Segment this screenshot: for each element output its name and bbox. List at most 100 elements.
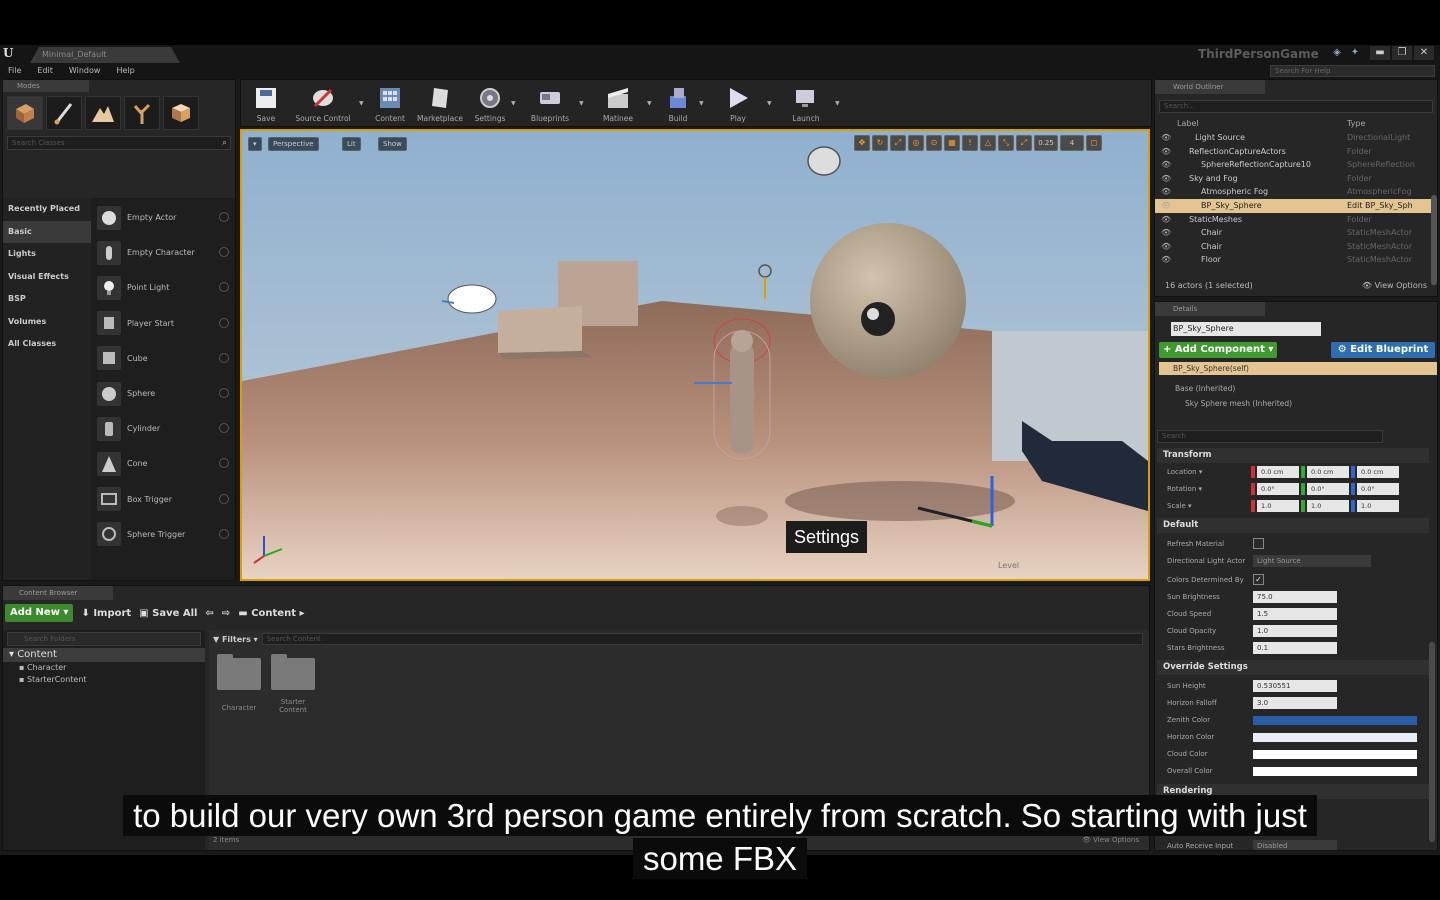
category-bsp[interactable]: BSP (3, 288, 91, 311)
matinee-dropdown[interactable]: ▼ (647, 80, 657, 126)
visibility-eye-icon[interactable]: 👁 (1155, 158, 1177, 172)
scale-snap-toggle-icon[interactable]: ⤢ (1016, 135, 1032, 151)
place-item-empty-actor[interactable]: Empty Actor (91, 200, 235, 235)
scale-snap-icon[interactable]: ⤡ (998, 135, 1014, 151)
section-default[interactable]: Default (1157, 518, 1429, 533)
edit-blueprint-button[interactable]: ⚙ Edit Blueprint ▾ (1331, 342, 1435, 371)
marketplace-button[interactable]: Marketplace (411, 80, 469, 126)
source-control-dropdown[interactable]: ▼ (359, 80, 369, 126)
place-item-empty-character[interactable]: Empty Character (91, 235, 235, 270)
tree-item-character[interactable]: ▪ Character (3, 662, 205, 674)
zenith-color-swatch[interactable] (1253, 716, 1417, 725)
refresh-material-checkbox[interactable] (1253, 538, 1264, 549)
play-button[interactable]: Play (709, 80, 767, 126)
cloud-color-swatch[interactable] (1253, 750, 1417, 759)
help-icon[interactable] (219, 458, 229, 469)
menu-edit[interactable]: Edit (37, 63, 53, 79)
place-item-cone[interactable]: Cone (91, 446, 235, 481)
rotation-x-field[interactable]: 0.0° (1257, 483, 1299, 495)
outliner-scrollbar[interactable] (1431, 195, 1437, 285)
scale-y-field[interactable]: 1.0 (1307, 500, 1349, 512)
horizon-color-swatch[interactable] (1253, 733, 1417, 742)
outliner-row[interactable]: 👁 Floor StaticMeshActor (1155, 253, 1437, 267)
angle-icon[interactable]: △ (980, 135, 996, 151)
content-button[interactable]: Content (369, 80, 411, 126)
category-lights[interactable]: Lights (3, 243, 91, 266)
visibility-eye-icon[interactable]: 👁 (1155, 226, 1177, 240)
location-x-field[interactable]: 0.0 cm (1257, 466, 1299, 478)
build-dropdown[interactable]: ▼ (699, 80, 709, 126)
scale-label[interactable]: Scale ▾ (1167, 502, 1192, 510)
location-label[interactable]: Location ▾ (1167, 468, 1202, 476)
settings-dropdown[interactable]: ▼ (511, 80, 521, 126)
show-button[interactable]: Show (378, 137, 407, 151)
maximize-button[interactable]: ❐ (1392, 46, 1412, 60)
outliner-view-options-button[interactable]: 👁 View Options (1362, 281, 1427, 290)
camera-speed-value[interactable]: 4 (1060, 135, 1084, 151)
rotation-snap-icon[interactable]: ! (962, 135, 978, 151)
outliner-row[interactable]: 👁 Sky and Fog Folder (1155, 172, 1437, 186)
search-folders-input[interactable]: Search Folders (7, 632, 201, 646)
world-local-icon[interactable]: ◎ (908, 135, 924, 151)
outliner-row[interactable]: 👁 Chair StaticMeshActor (1155, 226, 1437, 240)
category-all-classes[interactable]: All Classes (3, 333, 91, 356)
type-column-header[interactable]: Type (1347, 117, 1365, 131)
colors-determined-checkbox[interactable]: ✓ (1253, 574, 1264, 585)
help-icon[interactable] (219, 212, 229, 222)
foliage-mode-icon[interactable] (124, 96, 160, 130)
source-control-status-icon[interactable]: ◈ (1330, 47, 1344, 59)
help-icon[interactable] (219, 317, 229, 328)
maximize-viewport-icon[interactable]: ◻ (1086, 135, 1102, 151)
grid-snap-icon[interactable]: ▦ (944, 135, 960, 151)
place-item-cube[interactable]: Cube (91, 341, 235, 376)
launch-button[interactable]: Launch (777, 80, 835, 126)
surface-snap-icon[interactable]: ⊙ (926, 135, 942, 151)
place-item-cylinder[interactable]: Cylinder (91, 411, 235, 446)
content-browser-tab[interactable]: Content Browser (3, 586, 113, 600)
horizon-falloff-field[interactable]: 3.0 (1253, 697, 1337, 709)
source-control-button[interactable]: Source Control (287, 80, 359, 126)
category-volumes[interactable]: Volumes (3, 311, 91, 334)
matinee-button[interactable]: Matinee (589, 80, 647, 126)
details-search-input[interactable]: Search (1157, 430, 1383, 443)
menu-window[interactable]: Window (69, 63, 101, 79)
scale-z-field[interactable]: 1.0 (1357, 500, 1399, 512)
outliner-row[interactable]: 👁 ReflectionCaptureActors Folder (1155, 145, 1437, 159)
outliner-search-input[interactable]: Search... (1159, 100, 1433, 113)
help-icon[interactable] (219, 528, 229, 539)
actor-name-field[interactable]: BP_Sky_Sphere (1171, 322, 1321, 336)
search-content-input[interactable]: Search Content (261, 633, 1143, 645)
scale-x-field[interactable]: 1.0 (1257, 500, 1299, 512)
import-button[interactable]: ⬇ Import (81, 608, 131, 619)
level-tab[interactable]: Minimal_Default (30, 47, 180, 63)
help-search-input[interactable]: Search For Help (1270, 65, 1435, 77)
stars-brightness-field[interactable]: 0.1 (1253, 642, 1337, 654)
place-item-box-trigger[interactable]: Box Trigger (91, 482, 235, 517)
component-sky-sphere-mesh[interactable]: Sky Sphere mesh (Inherited) (1185, 399, 1292, 408)
help-icon[interactable] (219, 247, 229, 258)
save-button[interactable]: Save (245, 80, 287, 126)
save-all-button[interactable]: ▣ Save All (139, 608, 197, 619)
help-icon[interactable] (219, 387, 229, 398)
section-override-settings[interactable]: Override Settings (1157, 660, 1429, 675)
close-button[interactable]: ✕ (1414, 46, 1434, 60)
folder-starter-content[interactable]: Starter Content (269, 654, 317, 714)
visibility-eye-icon[interactable]: 👁 (1155, 145, 1177, 159)
viewport-options-button[interactable]: ▾ (248, 137, 262, 151)
outliner-row[interactable]: 👁 SphereReflectionCapture10 SphereReflecti… (1155, 158, 1437, 172)
location-y-field[interactable]: 0.0 cm (1307, 466, 1349, 478)
label-column-header[interactable]: Label (1177, 117, 1347, 131)
menu-file[interactable]: File (8, 63, 21, 79)
rotation-label[interactable]: Rotation ▾ (1167, 485, 1202, 493)
landscape-mode-icon[interactable] (85, 96, 121, 130)
tree-item-starter-content[interactable]: ▪ StarterContent (3, 674, 205, 686)
cloud-speed-field[interactable]: 1.5 (1253, 608, 1337, 620)
place-item-player-start[interactable]: Player Start (91, 306, 235, 341)
level-viewport[interactable]: ▾ Perspective Lit Show ✥ ↻ ⤢ ◎ ⊙ ▦ ! △ ⤡… (240, 129, 1150, 581)
search-classes-input[interactable]: Search Classes ⌕ (7, 136, 231, 150)
place-mode-icon[interactable] (7, 96, 43, 130)
component-base[interactable]: Base (Inherited) (1175, 384, 1235, 393)
minimize-button[interactable]: ▬ (1370, 46, 1390, 60)
cloud-opacity-field[interactable]: 1.0 (1253, 625, 1337, 637)
filters-button[interactable]: ▼ Filters ▾ (213, 635, 258, 644)
